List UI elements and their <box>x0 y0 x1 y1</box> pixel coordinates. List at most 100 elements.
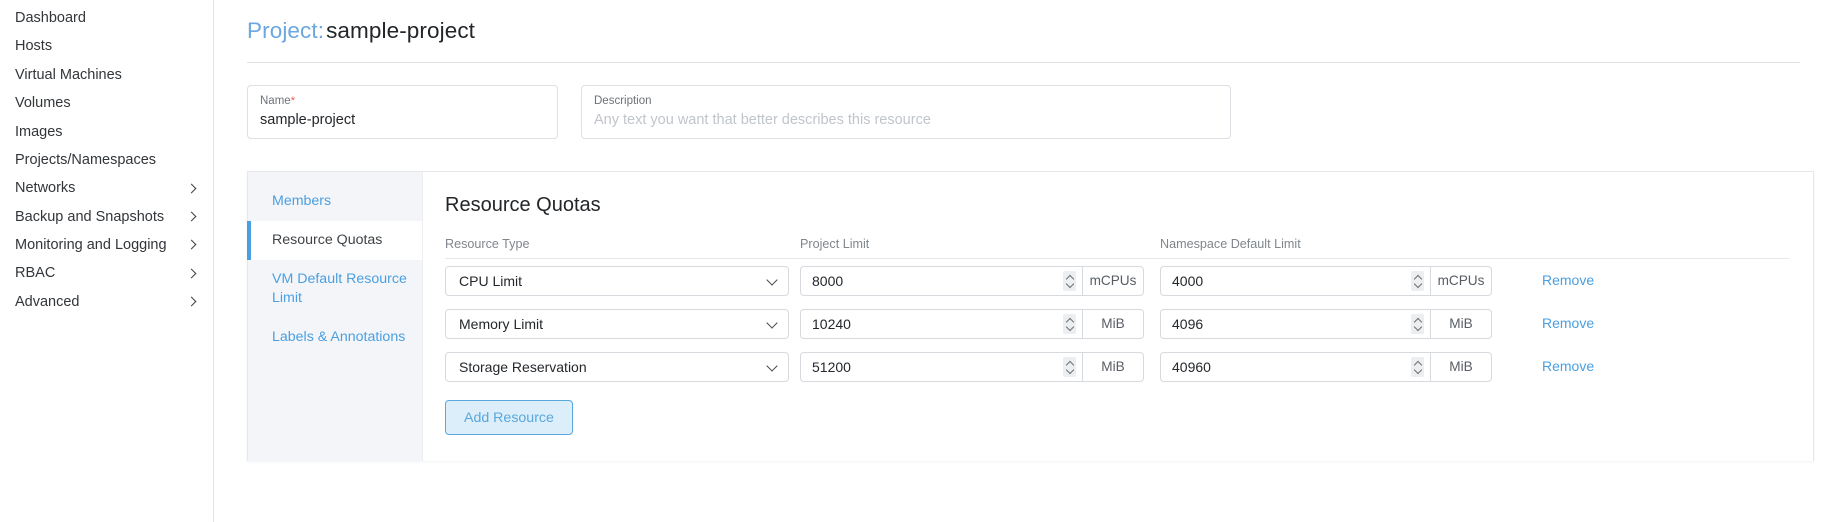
namespace-limit-unit: mCPUs <box>1430 266 1492 296</box>
sidebar-item-images[interactable]: Images <box>0 118 213 146</box>
stepper-down-icon[interactable] <box>1414 325 1421 329</box>
sidebar-item-label: Projects/Namespaces <box>15 153 156 168</box>
sidebar-item-hosts[interactable]: Hosts <box>0 32 213 60</box>
namespace-limit-stepper[interactable] <box>1411 271 1424 291</box>
stepper-down-icon[interactable] <box>1066 368 1073 372</box>
resource-quotas-panel: Resource Quotas Resource Type Project Li… <box>423 172 1813 461</box>
description-field-label: Description <box>594 94 1218 108</box>
stepper-down-icon[interactable] <box>1066 325 1073 329</box>
sidebar-item-dashboard[interactable]: Dashboard <box>0 4 213 32</box>
chevron-right-icon <box>187 240 197 250</box>
settings-card: MembersResource QuotasVM Default Resourc… <box>247 171 1814 461</box>
remove-resource-link[interactable]: Remove <box>1542 272 1594 288</box>
cell-namespace-default-limit: 4096 MiB <box>1160 309 1520 339</box>
name-input[interactable]: sample-project <box>260 111 545 130</box>
resource-type-select[interactable]: Memory Limit <box>445 309 789 339</box>
stepper-down-icon[interactable] <box>1414 282 1421 286</box>
namespace-limit-input[interactable]: 4096 <box>1160 309 1430 339</box>
sidebar-item-label: Networks <box>15 181 75 196</box>
project-limit-group: 10240MiB <box>800 309 1160 339</box>
sidebar-item-advanced[interactable]: Advanced <box>0 288 213 316</box>
description-field[interactable]: Description Any text you want that bette… <box>581 85 1231 139</box>
sidebar-item-label: Backup and Snapshots <box>15 210 164 225</box>
project-limit-group: 51200 MiB <box>800 352 1160 382</box>
cell-project-limit: 51200 MiB <box>800 352 1160 382</box>
sidebar-item-volumes[interactable]: Volumes <box>0 89 213 117</box>
column-header-project-limit: Project Limit <box>800 237 1160 251</box>
add-resource-button[interactable]: Add Resource <box>445 400 573 435</box>
project-limit-stepper[interactable] <box>1063 314 1076 334</box>
chevron-down-icon <box>767 361 778 372</box>
resource-type-value: CPU Limit <box>459 273 522 289</box>
project-limit-value: 8000 <box>812 273 843 289</box>
app-root: DashboardHostsVirtual Machines Volumes Ima… <box>0 0 1832 522</box>
chevron-right-icon <box>187 184 197 194</box>
header-divider <box>247 62 1800 63</box>
page-title: Project:sample-project <box>233 18 1814 44</box>
namespace-limit-value: 4000 <box>1172 273 1203 289</box>
sidebar-item-label: Advanced <box>15 295 80 310</box>
namespace-limit-group: 40960MiB <box>1160 352 1520 382</box>
cell-actions: Remove <box>1520 272 1789 290</box>
page-title-prefix: Project: <box>247 18 324 43</box>
sidebar-item-label: Images <box>15 125 63 140</box>
remove-resource-link[interactable]: Remove <box>1542 315 1594 331</box>
panel-title: Resource Quotas <box>445 194 1789 217</box>
cell-resource-type: CPU Limit <box>445 266 800 296</box>
namespace-limit-input[interactable]: 4000 <box>1160 266 1430 296</box>
cell-actions: Remove <box>1520 358 1789 376</box>
remove-resource-link[interactable]: Remove <box>1542 358 1594 374</box>
project-limit-input[interactable]: 10240 <box>800 309 1082 339</box>
namespace-limit-stepper[interactable] <box>1411 357 1424 377</box>
chevron-right-icon <box>187 269 197 279</box>
chevron-right-icon <box>187 297 197 307</box>
sidebar-item-backup-and-snapshots[interactable]: Backup and Snapshots <box>0 203 213 231</box>
column-header-resource-type: Resource Type <box>445 237 800 251</box>
cell-project-limit: 8000mCPUs <box>800 266 1160 296</box>
cell-resource-type: Storage Reservation <box>445 352 800 382</box>
tab-rail: MembersResource QuotasVM Default Resourc… <box>248 172 423 461</box>
sidebar-item-monitoring-and-logging[interactable]: Monitoring and Logging <box>0 231 213 259</box>
stepper-down-icon[interactable] <box>1066 282 1073 286</box>
namespace-limit-stepper[interactable] <box>1411 314 1424 334</box>
cell-resource-type: Memory Limit <box>445 309 800 339</box>
sidebar: DashboardHostsVirtual Machines Volumes Ima… <box>0 0 214 522</box>
stepper-down-icon[interactable] <box>1414 368 1421 372</box>
project-limit-group: 8000mCPUs <box>800 266 1160 296</box>
name-label-text: Name <box>260 95 291 107</box>
project-limit-stepper[interactable] <box>1063 271 1076 291</box>
sidebar-item-label: Volumes <box>15 96 71 111</box>
cell-project-limit: 10240MiB <box>800 309 1160 339</box>
project-limit-input[interactable]: 8000 <box>800 266 1082 296</box>
project-form: Name* sample-project Description Any tex… <box>233 85 1814 139</box>
project-limit-input[interactable]: 51200 <box>800 352 1082 382</box>
sidebar-item-label: Monitoring and Logging <box>15 238 167 253</box>
main-content: Project:sample-project Name* sample-proj… <box>214 0 1832 522</box>
namespace-limit-input[interactable]: 40960 <box>1160 352 1430 382</box>
sidebar-item-label: RBAC <box>15 266 55 281</box>
tab-members[interactable]: Members <box>247 182 422 221</box>
quota-table-body: CPU Limit 8000mCPUs 4000 mCPUs Remove Memory … <box>445 259 1789 388</box>
name-field[interactable]: Name* sample-project <box>247 85 558 139</box>
chevron-down-icon <box>767 318 778 329</box>
sidebar-item-networks[interactable]: Networks <box>0 174 213 202</box>
namespace-limit-group: 4000 mCPUs <box>1160 266 1520 296</box>
namespace-limit-unit: MiB <box>1430 309 1492 339</box>
tab-resource-quotas[interactable]: Resource Quotas <box>247 221 422 260</box>
column-header-namespace-default-limit: Namespace Default Limit <box>1160 237 1520 251</box>
tab-labels-annotations[interactable]: Labels & Annotations <box>247 318 422 357</box>
sidebar-item-virtual-machines[interactable]: Virtual Machines <box>0 61 213 89</box>
resource-type-value: Memory Limit <box>459 316 543 332</box>
resource-type-select[interactable]: Storage Reservation <box>445 352 789 382</box>
namespace-limit-value: 4096 <box>1172 316 1203 332</box>
chevron-down-icon <box>767 275 778 286</box>
project-limit-value: 51200 <box>812 359 851 375</box>
tab-vm-default-resource-limit[interactable]: VM Default Resource Limit <box>247 260 422 318</box>
resource-type-select[interactable]: CPU Limit <box>445 266 789 296</box>
required-asterisk: * <box>291 95 295 107</box>
description-input[interactable]: Any text you want that better describes … <box>594 111 1218 130</box>
sidebar-item-rbac[interactable]: RBAC <box>0 260 213 288</box>
project-limit-unit: MiB <box>1082 352 1144 382</box>
project-limit-stepper[interactable] <box>1063 357 1076 377</box>
sidebar-item-projects-namespaces[interactable]: Projects/Namespaces <box>0 146 213 174</box>
